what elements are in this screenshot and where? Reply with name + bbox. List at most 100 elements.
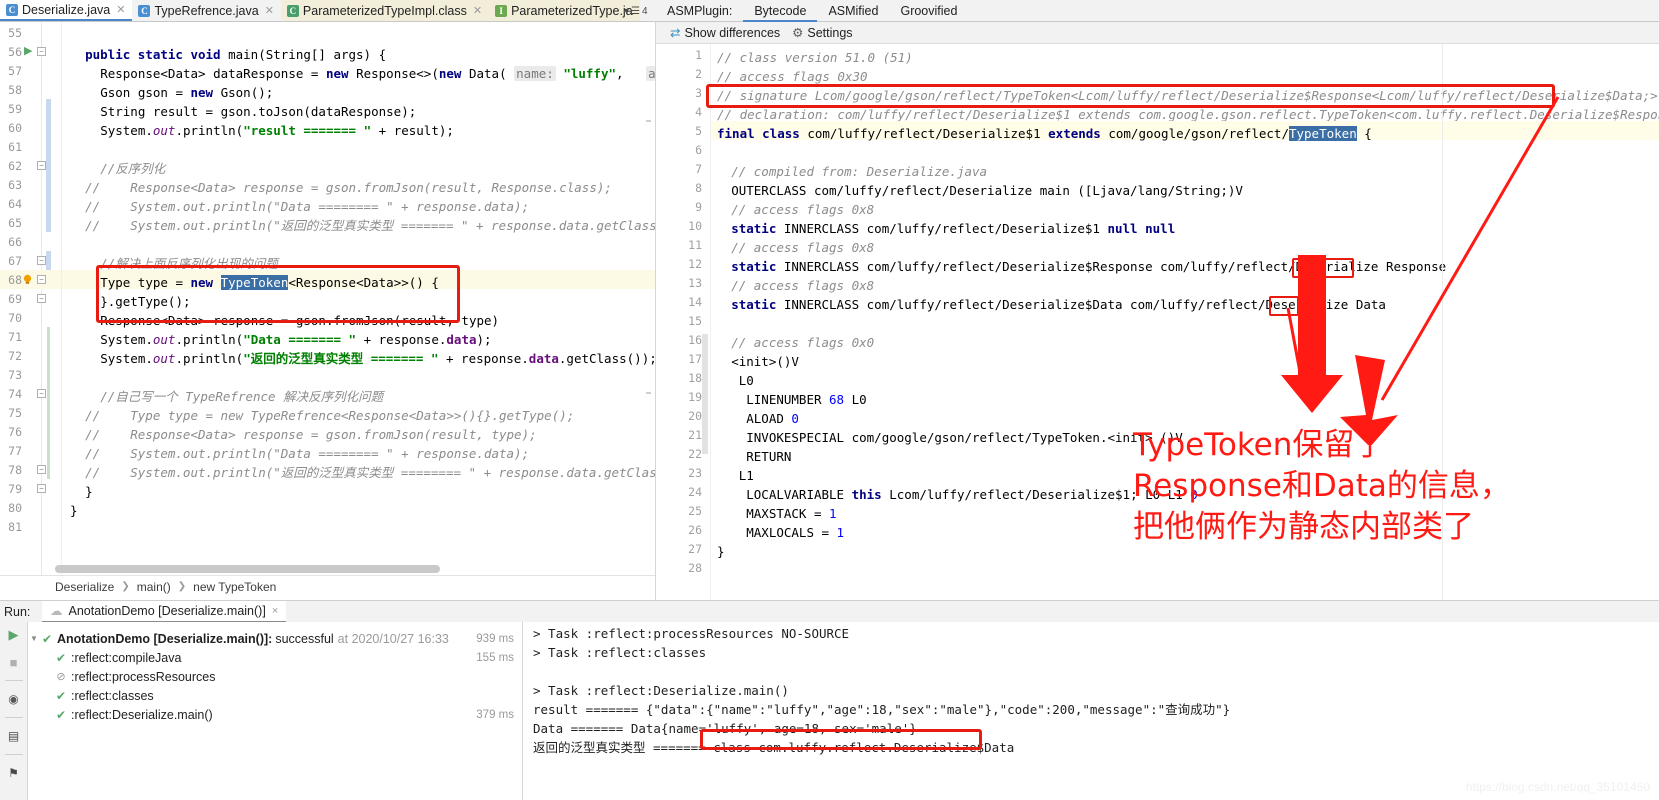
vcs-change-marker[interactable] (46, 156, 51, 232)
fold-toggle[interactable]: − (37, 389, 46, 398)
bytecode-token: static (731, 259, 784, 274)
code-line[interactable]: Response<Data> response = gson.fromJson(… (100, 311, 499, 330)
close-icon[interactable]: × (272, 605, 278, 617)
breadcrumb-item-anon[interactable]: new TypeToken (193, 580, 276, 594)
code-line[interactable]: // Response<Data> response = gson.fromJs… (85, 178, 612, 197)
bytecode-scroll-thumb[interactable] (702, 334, 708, 454)
breadcrumb-item-method[interactable]: main() (137, 580, 171, 594)
console-output[interactable]: > Task :reflect:processResources NO-SOUR… (523, 622, 1659, 800)
code-line[interactable]: }.getType(); (100, 292, 190, 311)
bytecode-line[interactable]: static INNERCLASS com/luffy/reflect/Dese… (731, 219, 1175, 238)
code-line[interactable]: // System.out.println("Data ======== " +… (85, 444, 529, 463)
code-line[interactable]: String result = gson.toJson(dataResponse… (100, 102, 416, 121)
bytecode-line[interactable]: MAXSTACK = 1 (731, 504, 836, 523)
tab-bytecode[interactable]: Bytecode (743, 0, 818, 22)
code-line[interactable]: Type type = new TypeToken<Response<Data>… (100, 273, 439, 292)
build-task-row[interactable]: ⊘:reflect:processResources (28, 667, 522, 686)
editor-tab-parameterizedtype[interactable]: I ParameterizedType.ja (489, 0, 640, 21)
line-number: 70 (8, 311, 22, 325)
bytecode-line[interactable]: // access flags 0x30 (717, 67, 868, 86)
code-line[interactable]: System.out.println("返回的泛型真实类型 ======= " … (100, 349, 657, 368)
close-icon[interactable]: ✕ (473, 4, 482, 17)
editor-tab-typerefrence[interactable]: C TypeRefrence.java ✕ (132, 0, 280, 21)
bytecode-line[interactable]: MAXLOCALS = 1 (731, 523, 844, 542)
code-line[interactable]: System.out.println("Data ======= " + res… (100, 330, 491, 349)
code-line[interactable]: //自己写一个 TypeRefrence 解决反序列化问题 (100, 387, 383, 406)
build-task-row[interactable]: ✔:reflect:classes (28, 686, 522, 705)
bytecode-line[interactable]: // access flags 0x0 (731, 333, 874, 352)
code-token: Gson(); (220, 85, 274, 100)
code-line[interactable]: // Type type = new TypeRefrence<Response… (85, 406, 574, 425)
error-stripe-mark[interactable] (646, 120, 651, 122)
code-line[interactable]: public static void main(String[] args) { (85, 45, 386, 64)
bytecode-line[interactable]: // compiled from: Deserialize.java (731, 162, 987, 181)
intention-bulb-icon[interactable] (22, 274, 33, 285)
vcs-added-marker[interactable] (47, 327, 50, 479)
code-line[interactable]: //反序列化 (100, 159, 165, 178)
editor-tab-deserialize[interactable]: C Deserialize.java ✕ (0, 0, 133, 21)
bytecode-line[interactable]: RETURN (731, 447, 791, 466)
pin-icon[interactable]: ⚑ (4, 764, 24, 782)
vcs-change-marker[interactable] (46, 99, 51, 156)
editor-code-area[interactable]: public static void main(String[] args) {… (62, 22, 752, 575)
fold-toggle[interactable]: − (37, 294, 46, 303)
tab-overflow-button[interactable]: ▾ ☰ 4 (624, 2, 654, 20)
build-task-row[interactable]: ✔:reflect:compileJava 155 ms (28, 648, 522, 667)
fold-toggle[interactable]: − (37, 275, 46, 284)
fold-toggle[interactable]: − (37, 484, 46, 493)
close-icon[interactable]: ✕ (116, 3, 125, 16)
run-gutter-icon[interactable]: ▶ (24, 44, 32, 57)
close-icon[interactable]: ✕ (265, 4, 274, 17)
code-line[interactable]: } (85, 482, 93, 501)
code-line[interactable]: // System.out.println("返回的泛型真实类型 =======… (85, 463, 694, 482)
stop-icon[interactable]: ■ (4, 653, 24, 671)
bytecode-line[interactable]: // access flags 0x8 (731, 200, 874, 219)
editor-horizontal-scrollbar[interactable] (55, 565, 440, 573)
run-icon[interactable]: ▶ (4, 626, 24, 644)
editor-tab-parameterizedtypeimpl[interactable]: C ParameterizedTypeImpl.class ✕ (280, 0, 490, 21)
eye-icon[interactable]: ◉ (4, 690, 24, 708)
tab-groovified[interactable]: Groovified (889, 0, 968, 22)
asmplugin-label: ASMPlugin: (667, 3, 733, 18)
code-editor[interactable]: 55 56 ▶ −57 58 59 60 61 62−63 64 65 66 67−68−69−70 71… (0, 22, 752, 575)
build-task-row[interactable]: ▼ ✔ AnotationDemo [Deserialize.main()]: suc… (28, 629, 522, 648)
bytecode-line[interactable]: } (717, 542, 725, 561)
bytecode-line[interactable]: L0 (731, 371, 754, 390)
code-token: Type type = new TypeRefrence<Response<Da… (115, 408, 575, 423)
bytecode-line[interactable]: ALOAD 0 (731, 409, 799, 428)
vcs-change-marker[interactable] (46, 251, 51, 270)
bytecode-line[interactable]: L1 (731, 466, 754, 485)
bytecode-line[interactable]: INVOKESPECIAL com/google/gson/reflect/Ty… (731, 428, 1183, 447)
bytecode-line[interactable]: OUTERCLASS com/luffy/reflect/Deserialize… (731, 181, 1243, 200)
diff-icon: ⇄ (670, 26, 681, 40)
layout-icon[interactable]: ▤ (4, 727, 24, 745)
run-tab[interactable]: ☁ AnotationDemo [Deserialize.main()] × (42, 600, 287, 623)
tab-asmified[interactable]: ASMified (817, 0, 889, 22)
code-line[interactable]: // Response<Data> response = gson.fromJs… (85, 425, 537, 444)
console-line: 返回的泛型真实类型 ======= class com.luffy.reflec… (533, 740, 1015, 755)
fold-toggle[interactable]: − (37, 256, 46, 265)
editor-gutter[interactable]: 55 56 ▶ −57 58 59 60 61 62−63 64 65 66 67−68−69−70 71… (0, 22, 62, 575)
fold-toggle[interactable]: − (37, 465, 46, 474)
code-line[interactable]: // System.out.println("返回的泛型真实类型 =======… (85, 216, 687, 235)
code-line[interactable]: System.out.println("result ======= " + r… (100, 121, 454, 140)
fold-toggle[interactable]: − (37, 161, 46, 170)
bytecode-line[interactable]: LOCALVARIABLE this Lcom/luffy/reflect/De… (731, 485, 1198, 504)
fold-toggle[interactable]: − (37, 47, 46, 56)
show-differences-button[interactable]: ⇄ Show differences (670, 25, 780, 41)
bytecode-line[interactable]: <init>()V (731, 352, 799, 371)
expand-triangle-icon[interactable]: ▼ (28, 634, 40, 643)
bytecode-line[interactable]: // access flags 0x8 (731, 276, 874, 295)
bytecode-line[interactable]: // class version 51.0 (51) (717, 48, 913, 67)
code-line[interactable]: Gson gson = new Gson(); (100, 83, 273, 102)
bytecode-line[interactable]: LINENUMBER 68 L0 (731, 390, 866, 409)
code-line[interactable]: } (70, 501, 78, 520)
bytecode-line[interactable]: // access flags 0x8 (731, 238, 874, 257)
editor-tab-label: Deserialize.java (22, 2, 111, 17)
build-task-tree[interactable]: ▼ ✔ AnotationDemo [Deserialize.main()]: suc… (28, 622, 523, 800)
build-task-row[interactable]: ✔:reflect:Deserialize.main() 379 ms (28, 705, 522, 724)
settings-button[interactable]: ⚙ Settings (792, 25, 852, 41)
breadcrumb-item-class[interactable]: Deserialize (55, 580, 114, 594)
code-line[interactable]: // System.out.println("Data ======== " +… (85, 197, 529, 216)
error-stripe-mark[interactable] (646, 392, 651, 394)
